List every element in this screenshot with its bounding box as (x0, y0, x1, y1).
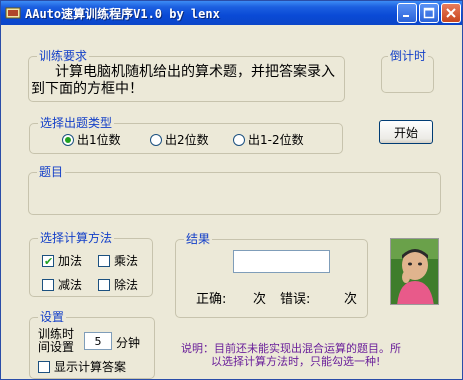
radio-option-1-digit[interactable]: 出1位数 (62, 131, 121, 148)
checkbox-indicator[interactable] (98, 254, 110, 267)
answer-input[interactable] (233, 250, 330, 273)
instructions-group: 训练要求 计算电脑机随机给出的算术题，并把答案录入到下面的方框中！ (28, 49, 345, 102)
question-title: 题目 (37, 165, 66, 179)
window-title: AAuto速算训练程序V1.0 by lenx (25, 7, 220, 21)
radio-indicator[interactable] (62, 133, 74, 146)
radio-label: 出1位数 (77, 133, 121, 147)
settings-title: 设置 (38, 310, 67, 324)
checkbox-multiply[interactable]: 乘法 (98, 252, 138, 269)
close-icon (446, 8, 456, 18)
minimize-icon (403, 15, 409, 17)
avatar (390, 238, 439, 305)
countdown-title: 倒计时 (388, 49, 429, 63)
checkbox-divide[interactable]: 除法 (98, 276, 138, 293)
countdown-group: 倒计时 (381, 49, 434, 93)
note-text: 说明：目前还未能实现出混合运算的题目。所 以选择计算方法时，只能勾选一种! (181, 342, 441, 368)
result-group: 结果 正确: 次 错误: 次 (175, 232, 368, 318)
time-input[interactable]: 5 (84, 332, 112, 350)
checkbox-indicator[interactable] (98, 278, 110, 291)
radio-option-2-digit[interactable]: 出2位数 (150, 131, 209, 148)
maximize-button[interactable] (419, 3, 439, 23)
radio-label: 出1-2位数 (248, 133, 304, 147)
checkbox-label: 加法 (58, 254, 83, 268)
instructions-text: 计算电脑机随机给出的算术题，并把答案录入到下面的方框中！ (31, 64, 335, 97)
checkbox-label: 显示计算答案 (54, 360, 127, 374)
instructions-title: 训练要求 (37, 49, 90, 63)
question-type-group: 选择出题类型 出1位数 出2位数 出1-2位数 (29, 116, 343, 154)
note-line-2: 以选择计算方法时，只能勾选一种! (211, 355, 381, 368)
checkbox-label: 减法 (58, 278, 83, 292)
checkmark-icon: ✔ (44, 254, 54, 268)
checkbox-show-answer[interactable]: 显示计算答案 (38, 358, 126, 375)
time-unit: 分钟 (116, 336, 141, 350)
checkbox-indicator[interactable] (42, 278, 54, 291)
note-line-1: 说明：目前还未能实现出混合运算的题目。所 (181, 342, 401, 355)
child-photo-icon (391, 239, 438, 304)
settings-group: 设置 训练时 间设置 5 分钟 显示计算答案 (29, 310, 155, 379)
radio-indicator[interactable] (150, 133, 162, 146)
checkbox-subtract[interactable]: 减法 (42, 276, 82, 293)
client-area: 训练要求 计算电脑机随机给出的算术题，并把答案录入到下面的方框中！ 倒计时 选择… (1, 25, 462, 379)
time-label-line2: 间设置 (38, 340, 75, 354)
maximize-icon (423, 7, 435, 19)
main-window: AAuto速算训练程序V1.0 by lenx 训练要求 计算电脑机随机给出的算… (0, 0, 463, 380)
checkbox-label: 除法 (114, 278, 139, 292)
result-title: 结果 (184, 232, 213, 246)
question-group: 题目 (28, 165, 441, 215)
checkbox-indicator[interactable]: ✔ (42, 254, 54, 268)
close-button[interactable] (441, 3, 461, 23)
app-icon (5, 7, 21, 19)
checkbox-indicator[interactable] (38, 360, 50, 373)
question-type-title: 选择出题类型 (38, 116, 115, 130)
operations-group: 选择计算方法 ✔ 加法 乘法 减法 除法 (29, 231, 153, 297)
correct-label: 正确: (196, 292, 227, 307)
title-bar[interactable]: AAuto速算训练程序V1.0 by lenx (1, 1, 462, 25)
wrong-unit: 次 (344, 292, 358, 307)
minimize-button[interactable] (397, 3, 417, 23)
radio-label: 出2位数 (165, 133, 209, 147)
radio-indicator[interactable] (233, 133, 245, 146)
radio-option-1-2-digit[interactable]: 出1-2位数 (233, 131, 304, 148)
correct-unit: 次 (253, 292, 267, 307)
wrong-label: 错误: (280, 292, 311, 307)
start-button[interactable]: 开始 (379, 120, 433, 144)
checkbox-label: 乘法 (114, 254, 139, 268)
checkbox-add[interactable]: ✔ 加法 (42, 252, 82, 269)
operations-title: 选择计算方法 (38, 231, 115, 245)
